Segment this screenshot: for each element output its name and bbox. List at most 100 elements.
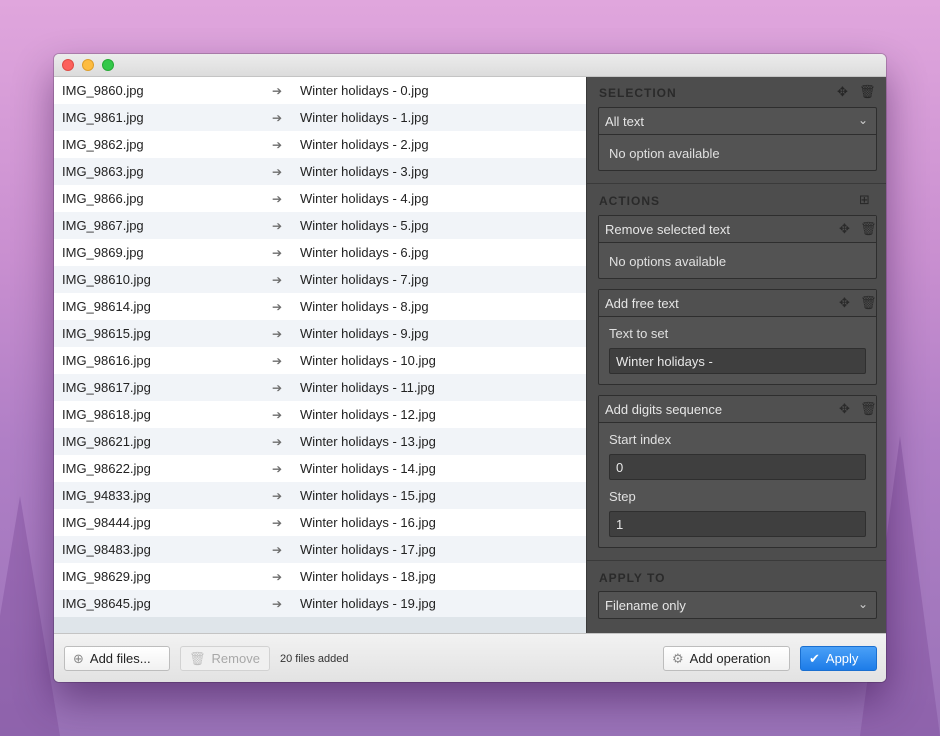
digits-card: Add digits sequence ✥ 🗑 Start index 0 St…: [598, 395, 877, 548]
new-filename: Winter holidays - 4.jpg: [300, 191, 429, 206]
chevron-down-icon: ⌄: [857, 113, 868, 127]
original-filename: IMG_98615.jpg: [62, 326, 151, 341]
selection-value: All text: [605, 114, 645, 129]
apply-to-value: Filename only: [605, 598, 686, 613]
arrow-right-icon: ➔: [272, 461, 283, 476]
file-row[interactable]: IMG_98621.jpg ➔ Winter holidays - 13.jpg: [54, 428, 586, 455]
move-icon[interactable]: ✥: [839, 401, 850, 417]
arrow-right-icon: ➔: [272, 299, 283, 314]
background-tree: [0, 496, 60, 736]
original-filename: IMG_98483.jpg: [62, 542, 151, 557]
arrow-right-icon: ➔: [272, 353, 283, 368]
file-row[interactable]: IMG_98617.jpg ➔ Winter holidays - 11.jpg: [54, 374, 586, 401]
arrow-right-icon: ➔: [272, 569, 283, 584]
remove-button[interactable]: 🗑 Remove: [180, 646, 270, 671]
step-input[interactable]: 1: [609, 511, 866, 537]
step-label: Step: [609, 489, 636, 504]
selection-title: SELECTION: [599, 86, 677, 100]
file-row[interactable]: IMG_98444.jpg ➔ Winter holidays - 16.jpg: [54, 509, 586, 536]
operations-panel: SELECTION ✥ 🗑 All text ⌄ No option avail…: [586, 77, 886, 633]
plus-circle-icon: ⊕: [73, 650, 84, 666]
original-filename: IMG_98617.jpg: [62, 380, 151, 395]
add-operation-label: Add operation: [689, 651, 771, 666]
file-row[interactable]: IMG_9867.jpg ➔ Winter holidays - 5.jpg: [54, 212, 586, 239]
chevron-down-icon: ⌄: [857, 597, 868, 611]
original-filename: IMG_9861.jpg: [62, 110, 144, 125]
text-to-set-input[interactable]: Winter holidays -: [609, 348, 866, 374]
move-icon[interactable]: ✥: [839, 295, 850, 311]
add-action-icon[interactable]: ⊞: [859, 192, 870, 208]
new-filename: Winter holidays - 11.jpg: [300, 380, 435, 395]
selection-dropdown[interactable]: All text ⌄: [599, 108, 876, 135]
original-filename: IMG_98614.jpg: [62, 299, 151, 314]
trash-icon[interactable]: 🗑: [860, 221, 877, 237]
file-row[interactable]: IMG_98610.jpg ➔ Winter holidays - 7.jpg: [54, 266, 586, 293]
new-filename: Winter holidays - 17.jpg: [300, 542, 436, 557]
new-filename: Winter holidays - 15.jpg: [300, 488, 436, 503]
add-operation-button[interactable]: ⚙ Add operation: [663, 646, 790, 671]
bottom-toolbar: ⊕ Add files... 🗑 Remove 20 files added ⚙…: [54, 633, 886, 682]
arrow-right-icon: ➔: [272, 542, 283, 557]
remove-text-title: Remove selected text: [605, 222, 731, 237]
zoom-window-button[interactable]: [102, 59, 114, 71]
move-icon[interactable]: ✥: [839, 221, 850, 237]
file-row[interactable]: IMG_9863.jpg ➔ Winter holidays - 3.jpg: [54, 158, 586, 185]
add-files-label: Add files...: [89, 651, 151, 666]
trash-icon[interactable]: 🗑: [859, 84, 876, 100]
original-filename: IMG_98616.jpg: [62, 353, 151, 368]
remove-text-note: No options available: [609, 254, 727, 269]
file-row[interactable]: IMG_98615.jpg ➔ Winter holidays - 9.jpg: [54, 320, 586, 347]
arrow-right-icon: ➔: [272, 164, 283, 179]
arrow-right-icon: ➔: [272, 110, 283, 125]
close-window-button[interactable]: [62, 59, 74, 71]
arrow-right-icon: ➔: [272, 488, 283, 503]
apply-button[interactable]: ✔ Apply: [800, 646, 877, 671]
arrow-right-icon: ➔: [272, 191, 283, 206]
file-row[interactable]: IMG_98618.jpg ➔ Winter holidays - 12.jpg: [54, 401, 586, 428]
checkmark-icon: ✔: [809, 650, 820, 666]
arrow-right-icon: ➔: [272, 218, 283, 233]
file-row[interactable]: IMG_9861.jpg ➔ Winter holidays - 1.jpg: [54, 104, 586, 131]
divider: [587, 183, 886, 184]
file-row[interactable]: IMG_98483.jpg ➔ Winter holidays - 17.jpg: [54, 536, 586, 563]
file-row[interactable]: IMG_98645.jpg ➔ Winter holidays - 19.jpg: [54, 590, 586, 617]
file-row[interactable]: IMG_9860.jpg ➔ Winter holidays - 0.jpg: [54, 77, 586, 104]
divider: [587, 560, 886, 561]
arrow-right-icon: ➔: [272, 326, 283, 341]
text-to-set-label: Text to set: [609, 326, 669, 341]
move-icon[interactable]: ✥: [837, 84, 848, 100]
arrow-right-icon: ➔: [272, 245, 283, 260]
arrow-right-icon: ➔: [272, 434, 283, 449]
free-text-title: Add free text: [605, 296, 679, 311]
original-filename: IMG_98629.jpg: [62, 569, 151, 584]
file-row[interactable]: IMG_98629.jpg ➔ Winter holidays - 18.jpg: [54, 563, 586, 590]
arrow-right-icon: ➔: [272, 515, 283, 530]
remove-text-card: Remove selected text ✥ 🗑 No options avai…: [598, 215, 877, 279]
file-row[interactable]: IMG_98622.jpg ➔ Winter holidays - 14.jpg: [54, 455, 586, 482]
start-index-input[interactable]: 0: [609, 454, 866, 480]
file-row[interactable]: IMG_9862.jpg ➔ Winter holidays - 2.jpg: [54, 131, 586, 158]
arrow-right-icon: ➔: [272, 137, 283, 152]
file-row[interactable]: IMG_9869.jpg ➔ Winter holidays - 6.jpg: [54, 239, 586, 266]
remove-label: Remove: [211, 651, 260, 666]
file-row[interactable]: IMG_98614.jpg ➔ Winter holidays - 8.jpg: [54, 293, 586, 320]
new-filename: Winter holidays - 0.jpg: [300, 83, 429, 98]
new-filename: Winter holidays - 9.jpg: [300, 326, 429, 341]
file-list[interactable]: IMG_9860.jpg ➔ Winter holidays - 0.jpg IMG_…: [54, 77, 586, 633]
apply-to-select[interactable]: Filename only ⌄: [599, 592, 876, 618]
trash-icon[interactable]: 🗑: [860, 401, 877, 417]
apply-label: Apply: [825, 651, 859, 666]
trash-icon[interactable]: 🗑: [860, 295, 877, 311]
file-row[interactable]: IMG_98616.jpg ➔ Winter holidays - 10.jpg: [54, 347, 586, 374]
original-filename: IMG_9860.jpg: [62, 83, 144, 98]
new-filename: Winter holidays - 1.jpg: [300, 110, 429, 125]
add-files-button[interactable]: ⊕ Add files...: [64, 646, 170, 671]
original-filename: IMG_9862.jpg: [62, 137, 144, 152]
file-row[interactable]: IMG_94833.jpg ➔ Winter holidays - 15.jpg: [54, 482, 586, 509]
file-row[interactable]: IMG_9866.jpg ➔ Winter holidays - 4.jpg: [54, 185, 586, 212]
original-filename: IMG_9867.jpg: [62, 218, 144, 233]
app-window: IMG_9860.jpg ➔ Winter holidays - 0.jpg IMG_…: [54, 54, 886, 682]
title-bar: [54, 54, 886, 77]
minimize-window-button[interactable]: [82, 59, 94, 71]
apply-to-dropdown[interactable]: Filename only ⌄: [598, 591, 877, 619]
